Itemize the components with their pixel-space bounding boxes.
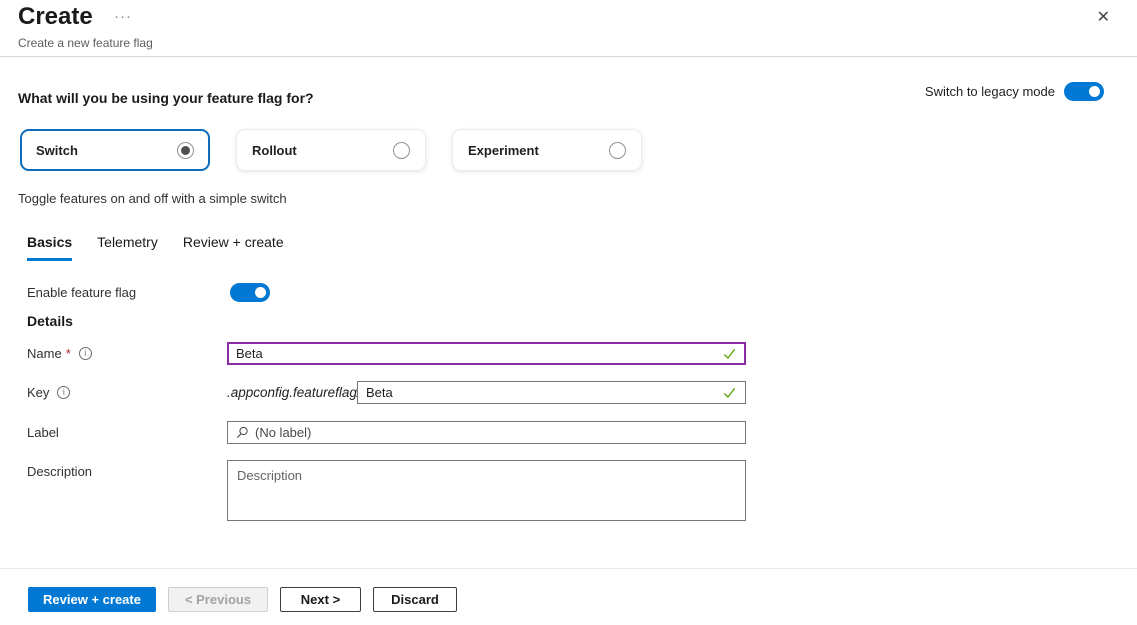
enable-feature-flag-label: Enable feature flag [27, 285, 230, 300]
required-asterisk: * [66, 346, 71, 361]
more-options-icon[interactable]: ··· [114, 8, 132, 25]
discard-button[interactable]: Discard [373, 587, 457, 612]
close-icon[interactable]: ✕ [1097, 10, 1110, 26]
key-prefix: .appconfig.featureflag/ [227, 385, 353, 400]
valid-checkmark-icon [722, 346, 737, 361]
radio-unselected-icon [393, 142, 410, 159]
create-feature-flag-panel: Create ··· ✕ Create a new feature flag S… [0, 0, 1137, 625]
tab-basics[interactable]: Basics [27, 234, 72, 261]
flag-type-card-switch[interactable]: Switch [20, 129, 210, 171]
name-label-text: Name [27, 346, 62, 361]
tab-telemetry[interactable]: Telemetry [97, 234, 158, 261]
enable-feature-flag-row: Enable feature flag [27, 283, 270, 302]
flag-type-label: Rollout [252, 143, 297, 158]
info-icon[interactable]: i [79, 347, 92, 360]
legacy-mode-toggle[interactable] [1064, 82, 1104, 101]
label-input-wrapper [227, 421, 746, 444]
toggle-knob-icon [255, 287, 266, 298]
legacy-mode-label: Switch to legacy mode [925, 84, 1055, 99]
toggle-knob-icon [1089, 86, 1100, 97]
tab-review-create[interactable]: Review + create [183, 234, 284, 261]
page-title: Create [18, 3, 93, 31]
key-label-text: Key [27, 385, 49, 400]
flag-type-label: Switch [36, 143, 78, 158]
flag-purpose-question: What will you be using your feature flag… [18, 90, 314, 106]
key-field-label: Key i [27, 385, 70, 400]
legacy-mode-row: Switch to legacy mode [925, 82, 1104, 101]
radio-unselected-icon [609, 142, 626, 159]
review-create-button[interactable]: Review + create [28, 587, 156, 612]
radio-dot-icon [181, 146, 190, 155]
flag-type-options: Switch Rollout Experiment [20, 129, 642, 171]
flag-type-description: Toggle features on and off with a simple… [18, 191, 287, 206]
description-field-label: Description [27, 464, 92, 479]
valid-checkmark-icon [722, 385, 737, 400]
label-field-label: Label [27, 425, 59, 440]
name-input-wrapper [227, 342, 746, 365]
label-input[interactable] [255, 425, 737, 440]
key-input-wrapper [357, 381, 746, 404]
key-input[interactable] [366, 385, 716, 400]
flag-type-card-rollout[interactable]: Rollout [236, 129, 426, 171]
name-field-label: Name * i [27, 346, 92, 361]
next-button[interactable]: Next > [280, 587, 361, 612]
footer-button-bar: Review + create < Previous Next > Discar… [28, 587, 457, 612]
radio-selected-icon [177, 142, 194, 159]
footer-divider [0, 568, 1137, 569]
enable-feature-flag-toggle[interactable] [230, 283, 270, 302]
search-icon [236, 426, 249, 439]
tab-bar: Basics Telemetry Review + create [27, 234, 284, 261]
flag-type-card-experiment[interactable]: Experiment [452, 129, 642, 171]
name-input[interactable] [236, 346, 716, 361]
description-input[interactable] [227, 460, 746, 521]
panel-header: Create ··· ✕ Create a new feature flag [0, 0, 1137, 57]
description-label-text: Description [27, 464, 92, 479]
flag-type-label: Experiment [468, 143, 539, 158]
page-subtitle: Create a new feature flag [18, 36, 153, 50]
info-icon[interactable]: i [57, 386, 70, 399]
previous-button: < Previous [168, 587, 268, 612]
label-label-text: Label [27, 425, 59, 440]
details-heading: Details [27, 313, 73, 329]
